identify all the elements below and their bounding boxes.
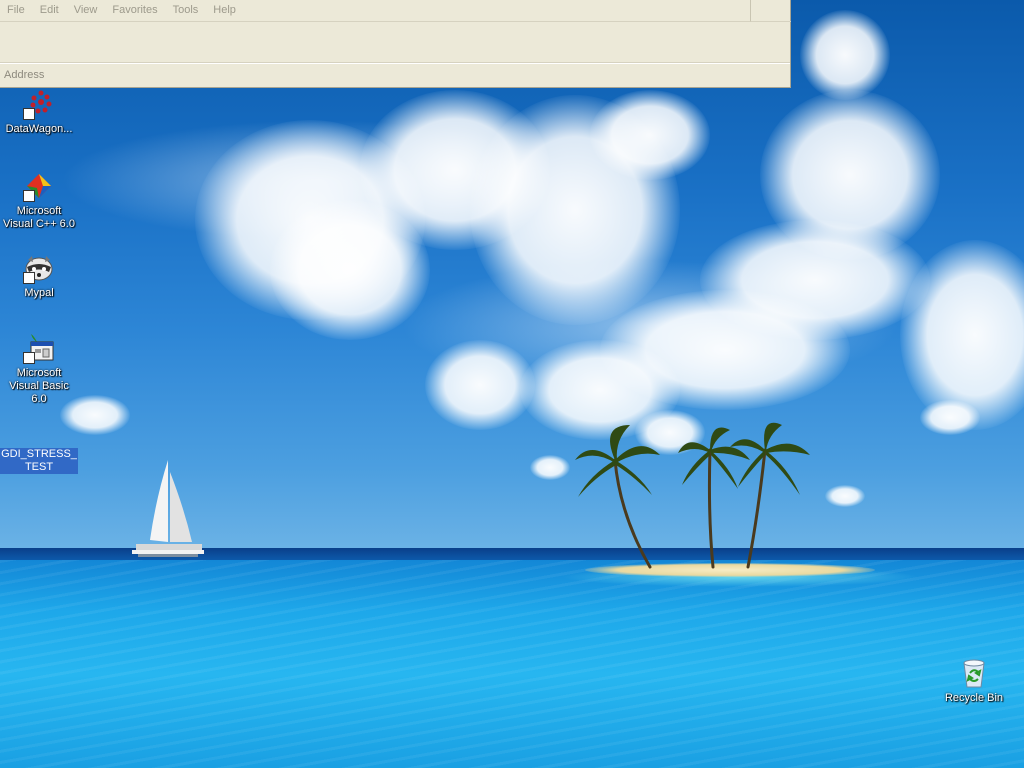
menu-edit[interactable]: Edit (33, 0, 67, 21)
desktop-icon-visual-cpp[interactable]: Microsoft Visual C++ 6.0 (0, 170, 78, 231)
desktop-icon-label: DataWagon... (5, 123, 73, 135)
menu-help[interactable]: Help (206, 0, 244, 21)
desktop-icon-visual-basic[interactable]: Microsoft Visual Basic 6.0 (0, 332, 78, 406)
shortcut-arrow-icon (23, 272, 35, 284)
toolbar (0, 22, 790, 63)
visual-basic-icon (23, 332, 55, 364)
desktop-icon-recycle-bin[interactable]: Recycle Bin (935, 657, 1013, 705)
desktop[interactable]: File Edit View Favorites Tools Help Addr… (0, 0, 1024, 768)
menu-bar-throbber-area (750, 0, 791, 22)
explorer-window[interactable]: File Edit View Favorites Tools Help Addr… (0, 0, 791, 88)
menu-favorites[interactable]: Favorites (105, 0, 165, 21)
sailboat (132, 460, 204, 557)
visual-cpp-icon (23, 170, 55, 202)
menu-file[interactable]: File (0, 0, 33, 21)
desktop-icon-label: GDI_STRESS_TEST (0, 448, 78, 474)
mypal-raccoon-icon (23, 252, 55, 284)
address-bar[interactable]: Address (0, 63, 790, 86)
menu-view[interactable]: View (67, 0, 106, 21)
desktop-icon-label: Recycle Bin (944, 692, 1004, 704)
wallpaper-sea (0, 560, 1024, 768)
menu-bar: File Edit View Favorites Tools Help (0, 0, 750, 22)
desktop-icon-gdi-stress-test[interactable]: GDI_STRESS_TEST (0, 448, 78, 474)
datawagon-icon (23, 88, 55, 120)
menu-tools[interactable]: Tools (166, 0, 207, 21)
shortcut-arrow-icon (23, 190, 35, 202)
desktop-icon-label: Mypal (24, 287, 54, 299)
shortcut-arrow-icon (23, 108, 35, 120)
desktop-icon-datawagon[interactable]: DataWagon... (0, 88, 78, 136)
address-label: Address (4, 69, 45, 81)
desktop-icon-mypal[interactable]: Mypal (0, 252, 78, 300)
shortcut-arrow-icon (23, 352, 35, 364)
desktop-icon-label: Microsoft Visual Basic 6.0 (9, 367, 69, 405)
palm-trees (575, 422, 810, 569)
desktop-icon-label: Microsoft Visual C++ 6.0 (3, 205, 75, 230)
recycle-bin-icon (958, 657, 990, 689)
